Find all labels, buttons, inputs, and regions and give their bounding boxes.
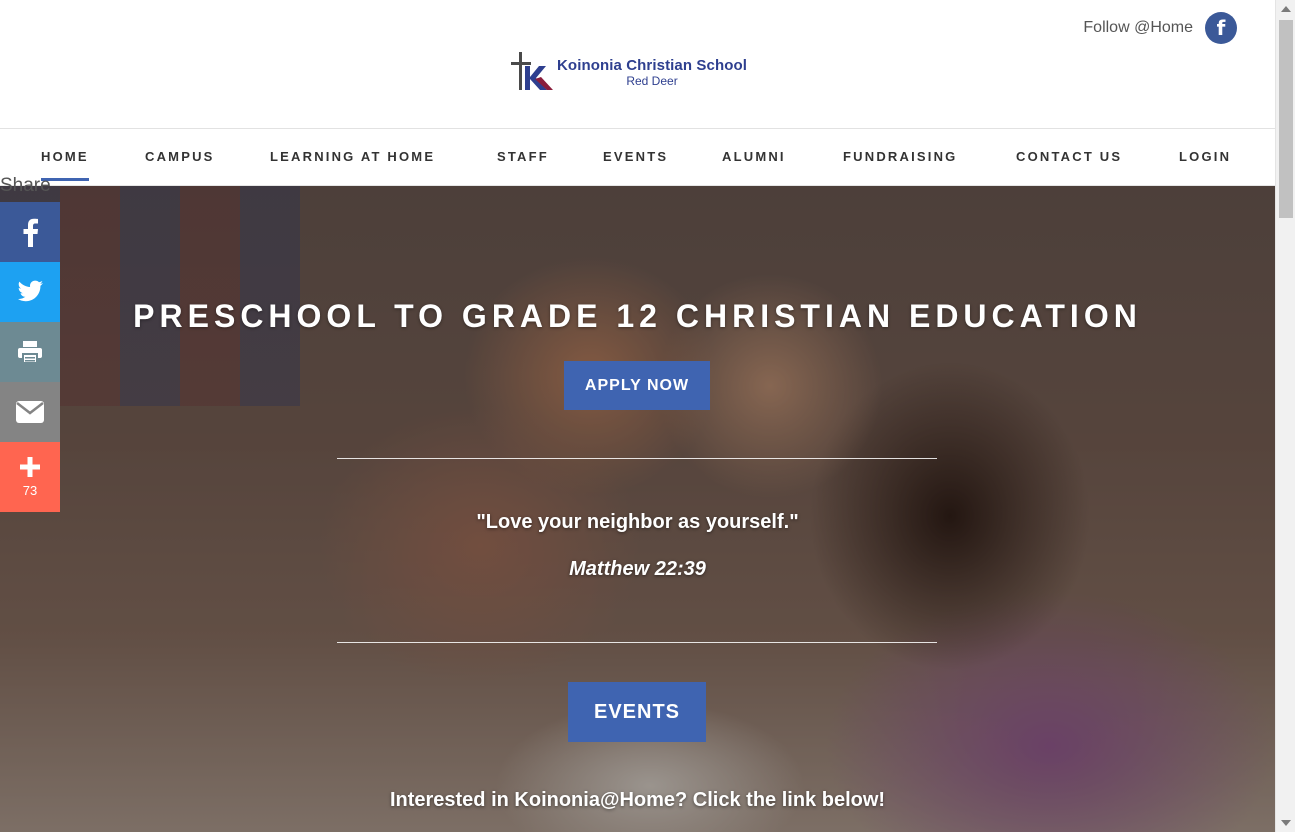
hero-content: PRESCHOOL TO GRADE 12 CHRISTIAN EDUCATIO… — [0, 186, 1275, 832]
logo-text: Koinonia Christian School Red Deer — [557, 57, 747, 88]
cross-k-logo-icon — [509, 50, 561, 94]
hero-banner: PRESCHOOL TO GRADE 12 CHRISTIAN EDUCATIO… — [0, 186, 1275, 832]
divider-top — [337, 458, 937, 459]
twitter-icon — [17, 280, 43, 302]
facebook-icon — [23, 218, 38, 247]
logo-name: Koinonia Christian School — [557, 56, 748, 74]
email-icon — [16, 401, 44, 423]
events-button[interactable]: EVENTS — [568, 682, 706, 742]
share-email-button[interactable] — [0, 382, 60, 442]
divider-bottom — [337, 642, 937, 643]
scrollbar-thumb[interactable] — [1279, 20, 1293, 218]
site-header: Follow @Home f Koinonia Christian School… — [0, 0, 1275, 129]
page: Follow @Home f Koinonia Christian School… — [0, 0, 1295, 832]
scroll-down-arrow-icon[interactable] — [1281, 820, 1291, 826]
share-print-button[interactable] — [0, 322, 60, 382]
nav-item-home[interactable]: HOME — [41, 149, 89, 181]
scripture-quote: "Love your neighbor as yourself." — [476, 511, 799, 533]
share-more-button[interactable]: 73 — [0, 442, 60, 512]
follow-home[interactable]: Follow @Home f — [1083, 12, 1237, 44]
logo-subtitle: Red Deer — [626, 73, 678, 88]
nav-item-staff[interactable]: STAFF — [497, 149, 549, 164]
nav-item-alumni[interactable]: ALUMNI — [722, 149, 786, 164]
hero-title: PRESCHOOL TO GRADE 12 CHRISTIAN EDUCATIO… — [133, 298, 1142, 334]
nav-item-campus[interactable]: CAMPUS — [145, 149, 215, 164]
scroll-up-arrow-icon[interactable] — [1281, 6, 1291, 12]
plus-icon — [20, 456, 40, 477]
print-icon — [18, 341, 42, 364]
scripture-reference: Matthew 22:39 — [569, 558, 706, 580]
share-facebook-button[interactable] — [0, 202, 60, 262]
nav-item-fundraising[interactable]: FUNDRAISING — [843, 149, 957, 164]
nav-item-learning-at-home[interactable]: LEARNING AT HOME — [270, 149, 435, 164]
vertical-scrollbar[interactable] — [1275, 0, 1295, 832]
nav-item-events[interactable]: EVENTS — [603, 149, 668, 164]
nav-item-login[interactable]: LOGIN — [1179, 149, 1231, 164]
koinonia-home-prompt: Interested in Koinonia@Home? Click the l… — [389, 789, 886, 811]
share-sidebar: 73 — [0, 202, 60, 512]
follow-text[interactable]: Follow @Home — [1083, 19, 1193, 37]
facebook-icon[interactable]: f — [1205, 12, 1237, 44]
share-label: Share — [0, 175, 51, 196]
share-twitter-button[interactable] — [0, 262, 60, 322]
main-nav: HOME CAMPUS LEARNING AT HOME STAFF EVENT… — [0, 129, 1275, 186]
school-logo[interactable]: Koinonia Christian School Red Deer — [509, 50, 747, 94]
nav-item-contact-us[interactable]: CONTACT US — [1016, 149, 1122, 164]
apply-now-button[interactable]: APPLY NOW — [564, 361, 710, 410]
share-count: 73 — [22, 482, 38, 498]
